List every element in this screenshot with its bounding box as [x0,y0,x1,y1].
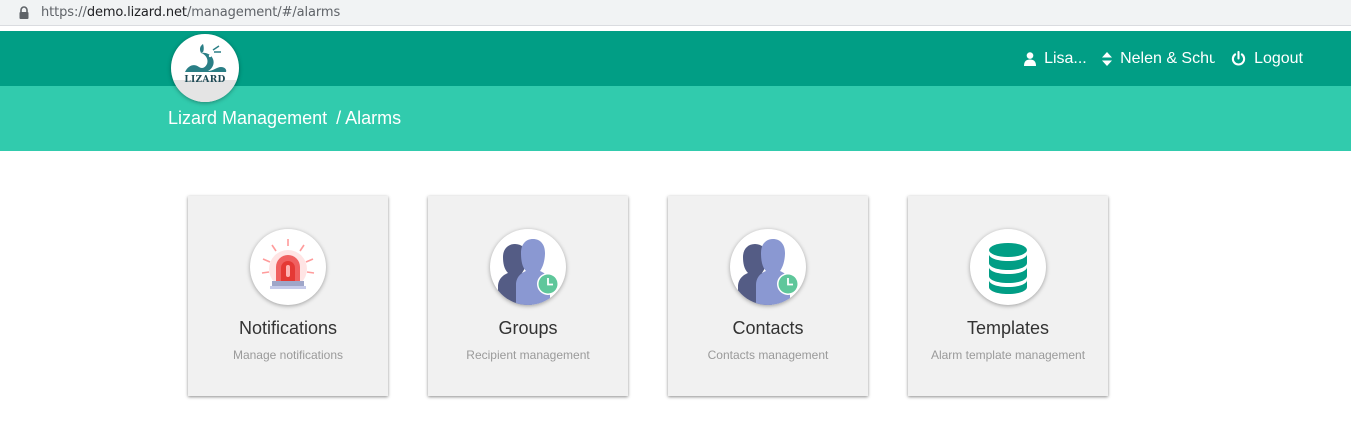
tile-title: Notifications [238,318,338,338]
url-path: /management/#/alarms [186,5,341,20]
logo-text: LIZARD [184,75,226,85]
tile-icon-circle [970,229,1046,305]
organisation-switcher[interactable]: Nelen & Schu [1102,50,1215,68]
breadcrumb: Lizard Management / Alarms [168,108,401,129]
organisation-name: Nelen & Schu [1120,49,1216,67]
url-host: demo.lizard.net [86,5,187,20]
database-icon [989,243,1027,294]
logout-button[interactable]: Logout [1231,50,1303,68]
lizard-logo[interactable]: LIZARD [171,34,239,102]
groups-tile[interactable]: Groups Recipient management [428,196,628,396]
lock-icon [19,6,29,19]
logout-label: Logout [1254,49,1303,67]
templates-tile[interactable]: Templates Alarm template management [908,196,1108,396]
tile-subtitle: Manage notifications [232,348,344,362]
sort-arrows-icon [1102,51,1113,66]
lizard-logo-icon [171,44,239,102]
url-text[interactable]: https://demo.lizard.net/management/#/ala… [41,5,340,20]
user-icon [1024,51,1037,66]
group-users-icon [498,239,559,305]
tile-icon-circle [490,229,566,305]
tile-icon-circle [250,229,326,305]
breadcrumb-root-link[interactable]: Lizard Management [168,108,327,128]
tile-icon-circle [730,229,806,305]
user-name: Lisa... [1044,49,1087,67]
alarm-siren-icon [261,239,315,289]
notifications-tile[interactable]: Notifications Manage notifications [188,196,388,396]
tile-title: Groups [498,318,558,338]
url-scheme: https:// [41,5,87,20]
browser-address-bar[interactable]: https://demo.lizard.net/management/#/ala… [0,0,1351,26]
user-profile-link[interactable]: Lisa... [1024,50,1086,68]
tile-subtitle: Contacts management [707,348,829,362]
contacts-tile[interactable]: Contacts Contacts management [668,196,868,396]
tile-subtitle: Alarm template management [930,348,1086,362]
contacts-users-icon [738,239,799,305]
breadcrumb-current: / Alarms [336,108,402,128]
tile-title: Contacts [732,318,804,338]
tile-subtitle: Recipient management [466,348,590,362]
tile-title: Templates [966,318,1050,338]
user-menu: Lisa... Nelen & Schu Logout [1008,31,1303,86]
power-icon [1231,51,1246,66]
